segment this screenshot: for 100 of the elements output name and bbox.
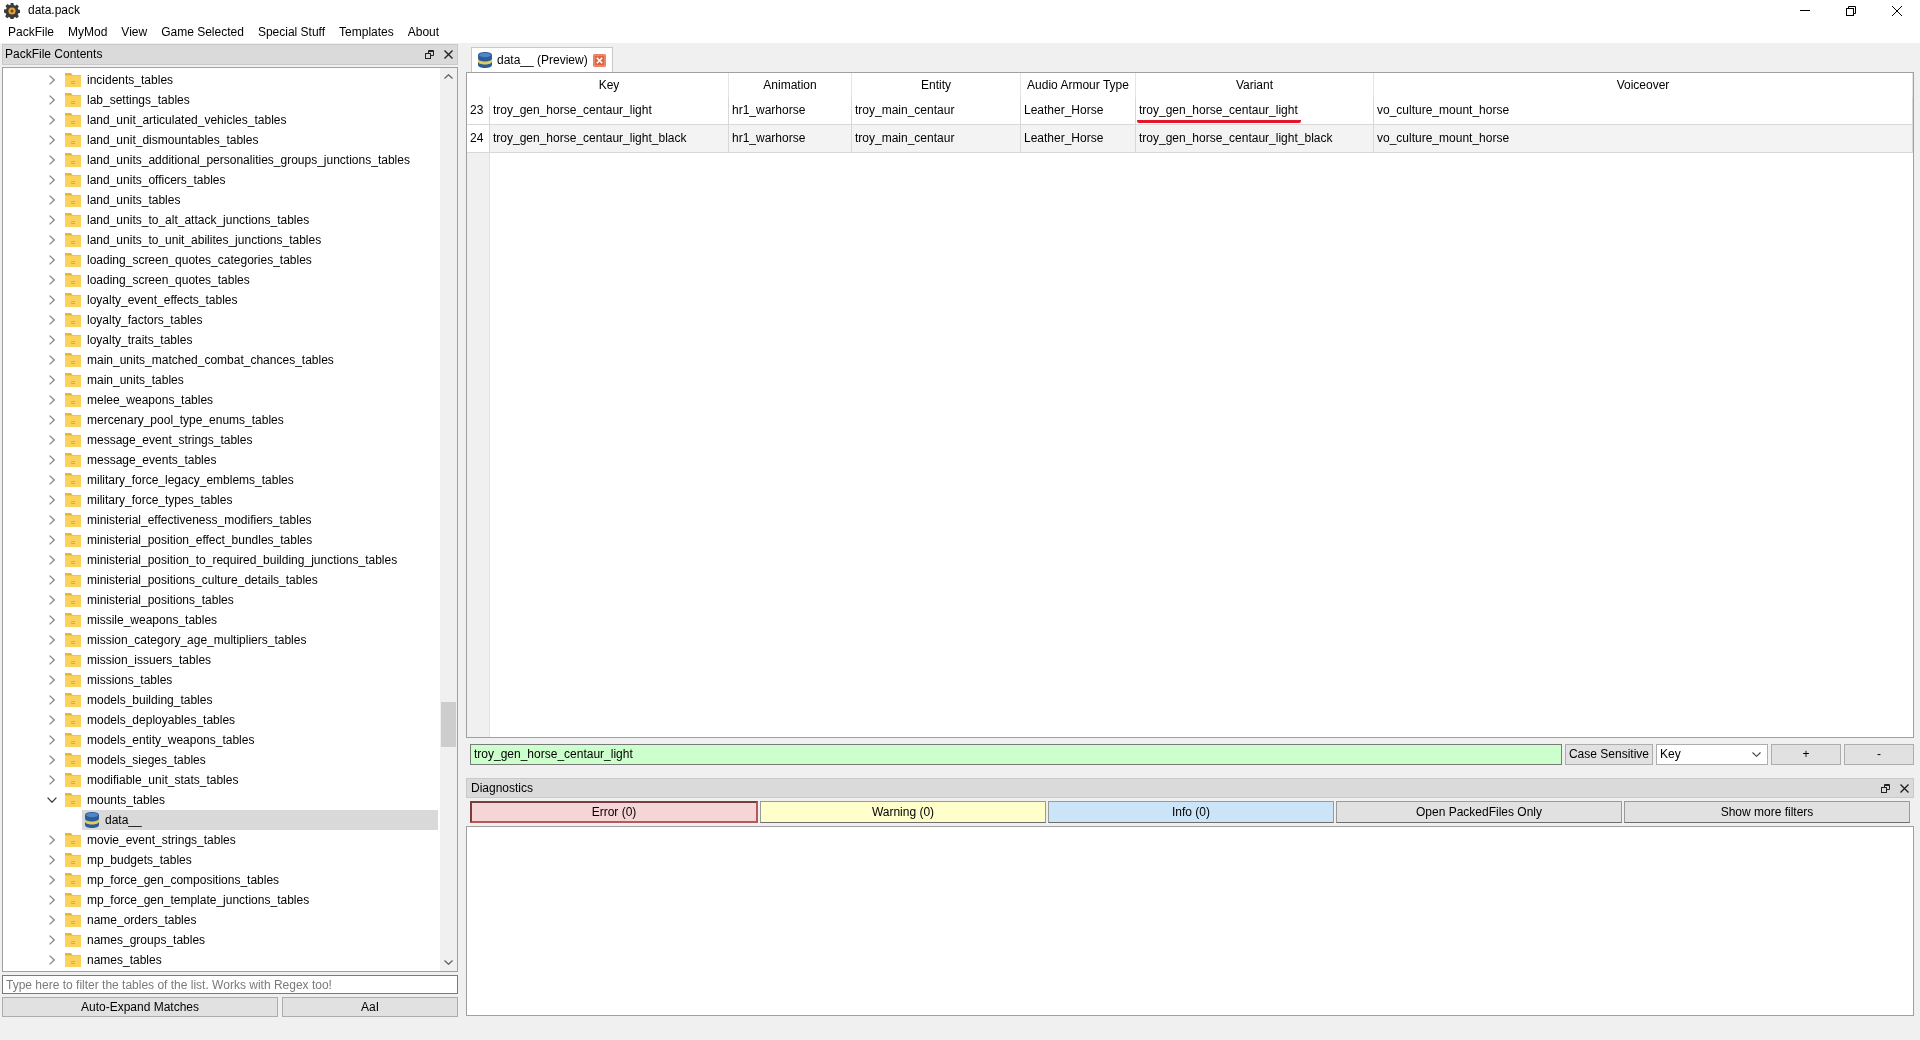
scroll-down-icon[interactable] <box>444 960 453 965</box>
tree-item[interactable]: military_force_types_tables <box>62 490 237 510</box>
filter-button[interactable]: + <box>1771 743 1841 765</box>
chevron-right-icon[interactable] <box>49 415 55 425</box>
chevron-right-icon[interactable] <box>49 115 55 125</box>
tree-item[interactable]: missile_weapons_tables <box>62 610 222 630</box>
chevron-right-icon[interactable] <box>49 755 55 765</box>
column-dropdown[interactable]: Key <box>1656 743 1768 765</box>
chevron-right-icon[interactable] <box>49 895 55 905</box>
chevron-right-icon[interactable] <box>49 575 55 585</box>
chevron-right-icon[interactable] <box>49 835 55 845</box>
tree-item[interactable]: mounts_tables <box>62 790 170 810</box>
undock-icon[interactable] <box>1881 783 1890 793</box>
chevron-right-icon[interactable] <box>49 675 55 685</box>
column-header[interactable]: Animation <box>729 73 852 97</box>
close-icon[interactable] <box>444 50 453 59</box>
tree-item[interactable]: missions_tables <box>62 670 177 690</box>
tree-item[interactable]: name_orders_tables <box>62 910 201 930</box>
filter-toggle-button[interactable]: Open PackedFiles Only <box>1336 801 1622 823</box>
tree-item[interactable]: military_force_legacy_emblems_tables <box>62 470 298 490</box>
chevron-right-icon[interactable] <box>49 335 55 345</box>
tree-item[interactable]: mp_budgets_tables <box>62 850 196 870</box>
filter-field[interactable]: troy_gen_horse_centaur_light <box>470 743 1562 765</box>
chevron-right-icon[interactable] <box>49 195 55 205</box>
chevron-right-icon[interactable] <box>49 915 55 925</box>
menu-item[interactable]: MyMod <box>61 23 115 41</box>
tree-item[interactable]: ministerial_position_effect_bundles_tables <box>62 530 317 550</box>
chevron-right-icon[interactable] <box>49 715 55 725</box>
tree-item[interactable]: loading_screen_quotes_tables <box>62 270 254 290</box>
chevron-right-icon[interactable] <box>49 775 55 785</box>
tree-item[interactable]: message_events_tables <box>62 450 221 470</box>
chevron-right-icon[interactable] <box>49 375 55 385</box>
chevron-right-icon[interactable] <box>49 255 55 265</box>
chevron-right-icon[interactable] <box>49 515 55 525</box>
tree-item[interactable]: land_units_additional_personalities_groups_junctions_tables <box>62 150 414 170</box>
scroll-thumb[interactable] <box>441 702 456 747</box>
undock-icon[interactable] <box>425 50 434 59</box>
chevron-down-icon[interactable] <box>47 797 57 803</box>
tree-item[interactable]: mp_force_gen_template_junctions_tables <box>62 890 314 910</box>
column-header[interactable]: Variant <box>1136 73 1374 97</box>
chevron-right-icon[interactable] <box>49 875 55 885</box>
chevron-right-icon[interactable] <box>49 95 55 105</box>
tree-item[interactable]: ministerial_positions_culture_details_tables <box>62 570 322 590</box>
chevron-right-icon[interactable] <box>49 695 55 705</box>
menu-item[interactable]: Game Selected <box>154 23 251 41</box>
filter-field[interactable]: Type here to filter the tables of the list. Works with Regex too! <box>2 975 458 994</box>
menu-item[interactable]: PackFile <box>1 23 61 41</box>
tree-item[interactable]: main_units_matched_combat_chances_tables <box>62 350 338 370</box>
tree-item[interactable]: loading_screen_quotes_categories_tables <box>62 250 316 270</box>
close-icon[interactable] <box>1900 783 1909 793</box>
tree-item[interactable]: models_sieges_tables <box>62 750 210 770</box>
tree-item[interactable]: land_units_tables <box>62 190 185 210</box>
tree-item[interactable]: mp_force_gen_compositions_tables <box>62 870 284 890</box>
tree-item[interactable]: land_unit_articulated_vehicles_tables <box>62 110 291 130</box>
tree-item[interactable]: mission_category_age_multipliers_tables <box>62 630 311 650</box>
tree-item[interactable]: movie_event_strings_tables <box>62 830 240 850</box>
menu-item[interactable]: Special Stuff <box>250 23 333 41</box>
tree-item[interactable]: names_tables <box>62 950 166 970</box>
filter-toggle-button[interactable]: Show more filters <box>1624 801 1910 823</box>
tree-item[interactable]: melee_weapons_tables <box>62 390 218 410</box>
chevron-right-icon[interactable] <box>49 655 55 665</box>
tree-item[interactable]: lab_settings_tables <box>62 90 194 110</box>
chevron-right-icon[interactable] <box>49 295 55 305</box>
tree-item[interactable]: land_units_to_unit_abilites_junctions_tables <box>62 230 326 250</box>
toggle-button[interactable]: AaI <box>282 997 458 1017</box>
chevron-right-icon[interactable] <box>49 555 55 565</box>
tree-item[interactable]: mercenary_pool_type_enums_tables <box>62 410 288 430</box>
tree-item[interactable]: mission_issuers_tables <box>62 650 216 670</box>
toggle-button[interactable]: Auto-Expand Matches <box>2 997 279 1017</box>
chevron-right-icon[interactable] <box>49 435 55 445</box>
chevron-right-icon[interactable] <box>49 855 55 865</box>
menu-item[interactable]: Templates <box>332 23 401 41</box>
tree-item[interactable]: loyalty_factors_tables <box>62 310 207 330</box>
chevron-right-icon[interactable] <box>49 955 55 965</box>
chevron-right-icon[interactable] <box>49 635 55 645</box>
case-sensitive-button[interactable]: Case Sensitive <box>1564 743 1653 765</box>
filter-button[interactable]: - <box>1844 743 1914 765</box>
chevron-right-icon[interactable] <box>49 615 55 625</box>
tree-item[interactable]: modifiable_unit_stats_tables <box>62 770 243 790</box>
chevron-right-icon[interactable] <box>49 475 55 485</box>
tab[interactable]: data__ (Preview) <box>471 47 613 72</box>
tree-item[interactable]: land_units_officers_tables <box>62 170 230 190</box>
column-header[interactable]: Audio Armour Type <box>1021 73 1136 97</box>
chevron-right-icon[interactable] <box>49 495 55 505</box>
chevron-right-icon[interactable] <box>49 735 55 745</box>
tree-item[interactable]: loyalty_event_effects_tables <box>62 290 242 310</box>
tree-item[interactable]: ministerial_position_to_required_building_junctions_tables <box>62 550 402 570</box>
chevron-right-icon[interactable] <box>49 455 55 465</box>
menu-item[interactable]: View <box>114 23 155 41</box>
chevron-right-icon[interactable] <box>49 395 55 405</box>
chevron-right-icon[interactable] <box>49 535 55 545</box>
tree-item[interactable]: names_groups_tables <box>62 930 210 950</box>
chevron-right-icon[interactable] <box>49 75 55 85</box>
column-header[interactable]: Entity <box>852 73 1021 97</box>
tree-item[interactable]: incidents_tables <box>62 70 178 90</box>
chevron-right-icon[interactable] <box>49 275 55 285</box>
column-header[interactable]: Voiceover <box>1374 73 1913 97</box>
tree-item[interactable]: models_deployables_tables <box>62 710 240 730</box>
tree-item[interactable]: models_entity_weapons_tables <box>62 730 259 750</box>
scroll-up-icon[interactable] <box>444 74 453 79</box>
